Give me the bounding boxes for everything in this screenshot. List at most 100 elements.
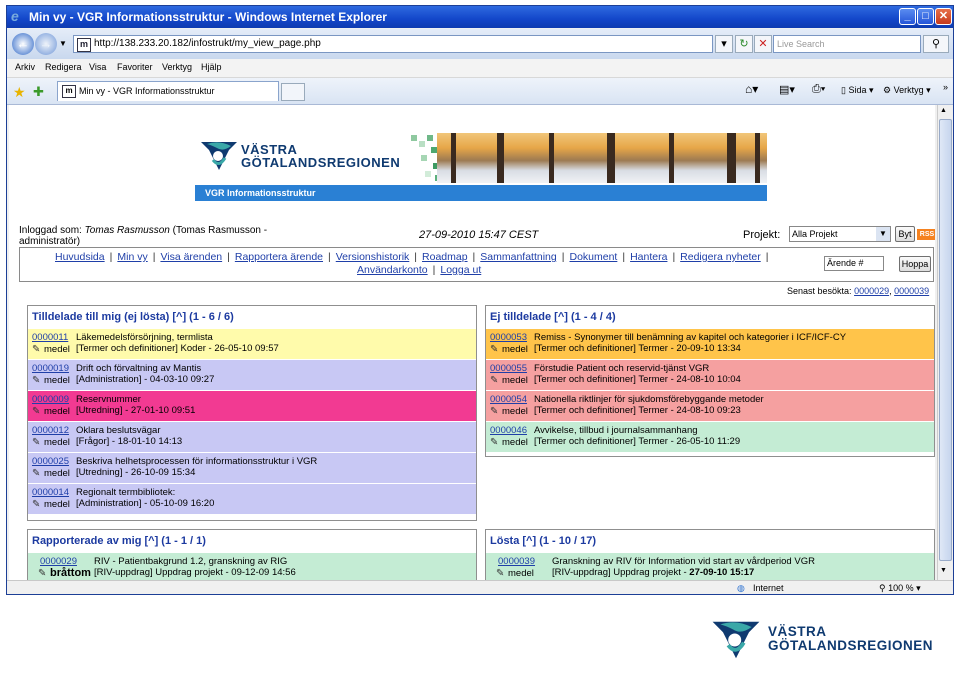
pencil-icon[interactable]: ✎ — [490, 406, 502, 417]
issue-id-link[interactable]: 0000055 — [490, 363, 527, 374]
issue-summary: Läkemedelsförsörjning, termlista — [76, 332, 213, 343]
add-favorite-icon[interactable]: ✚ — [33, 84, 44, 100]
footer-brand-name: VÄSTRA GÖTALANDSREGIONEN — [768, 625, 933, 653]
logged-in-label: Inloggad som: — [19, 225, 82, 236]
tab-min-vy[interactable]: m Min vy - VGR Informationsstruktur — [57, 81, 279, 101]
pencil-icon[interactable]: ✎ — [490, 437, 502, 448]
nav-dokument[interactable]: Dokument — [569, 251, 617, 263]
nav-hantera[interactable]: Hantera — [630, 251, 667, 263]
print-icon[interactable]: ⎙▾ — [812, 83, 825, 96]
vertical-scrollbar[interactable]: ▲ ▼ — [937, 105, 952, 580]
footer-brand-line-2: GÖTALANDSREGIONEN — [768, 638, 934, 653]
address-dropdown-icon[interactable]: ▾ — [715, 35, 733, 53]
nav-visa-arenden[interactable]: Visa ärenden — [160, 251, 222, 263]
issue-id-link[interactable]: 0000029 — [40, 556, 77, 567]
last-visited-link[interactable]: 0000029 — [854, 286, 889, 296]
search-icon[interactable]: ⚲ — [923, 35, 949, 53]
home-icon[interactable]: ⌂▾ — [745, 82, 758, 96]
menu-arkiv[interactable]: Arkiv — [15, 62, 35, 72]
scroll-down-icon[interactable]: ▼ — [940, 567, 947, 574]
issue-id-link[interactable]: 0000019 — [32, 363, 69, 374]
chevron-down-icon: ▼ — [876, 227, 890, 241]
menu-hjalp[interactable]: Hjälp — [201, 62, 222, 72]
last-visited-link[interactable]: 0000039 — [894, 286, 929, 296]
pencil-icon[interactable]: ✎ — [32, 468, 44, 479]
issue-id-link[interactable]: 0000025 — [32, 456, 69, 467]
stop-icon[interactable]: ✕ — [754, 35, 772, 53]
maximize-button[interactable]: □ — [917, 8, 934, 25]
nav-roadmap[interactable]: Roadmap — [422, 251, 468, 263]
panel-assigned-title[interactable]: Tilldelade till mig (ej lösta) [^] (1 - … — [28, 306, 476, 328]
pencil-icon[interactable]: ✎ — [32, 437, 44, 448]
logged-in-user: Tomas Rasmusson — [84, 225, 170, 236]
pencil-icon[interactable]: ✎ — [32, 499, 44, 510]
pencil-icon[interactable]: ✎ — [38, 568, 50, 579]
issue-id-link[interactable]: 0000046 — [490, 425, 527, 436]
nav-logga-ut[interactable]: Logga ut — [440, 264, 481, 276]
nav-anvandarkonto[interactable]: Användarkonto — [357, 264, 428, 276]
chevron-right-icon[interactable]: » — [943, 82, 948, 92]
tab-label: Min vy - VGR Informationsstruktur — [79, 86, 215, 96]
panel-reported-title[interactable]: Rapporterade av mig [^] (1 - 1 / 1) — [28, 530, 476, 552]
project-select[interactable]: Alla Projekt ▼ — [789, 226, 891, 242]
pencil-icon[interactable]: ✎ — [490, 344, 502, 355]
issue-id-link[interactable]: 0000014 — [32, 487, 69, 498]
minimize-button[interactable]: _ — [899, 8, 916, 25]
panel-unassigned-title[interactable]: Ej tilldelade [^] (1 - 4 / 4) — [486, 306, 934, 328]
feeds-icon[interactable]: ▤▾ — [779, 83, 795, 96]
nav-redigera-nyheter[interactable]: Redigera nyheter — [680, 251, 761, 263]
panel-reported-rows: 0000029 ✎ bråttom RIV - Patientbakgrund 1.2… — [28, 552, 476, 580]
jump-issue-input[interactable]: Ärende # — [824, 256, 884, 271]
nav-sammanfattning[interactable]: Sammanfattning — [480, 251, 556, 263]
nav-rapportera-arende[interactable]: Rapportera ärende — [235, 251, 323, 263]
logged-in-role: administratör) — [19, 236, 81, 247]
issue-id-link[interactable]: 0000009 — [32, 394, 69, 405]
issue-id-link[interactable]: 0000053 — [490, 332, 527, 343]
zoom-level[interactable]: ⚲ 100 % ▾ — [879, 583, 921, 594]
pencil-icon[interactable]: ✎ — [32, 375, 44, 386]
project-label: Projekt: — [743, 229, 781, 241]
history-dropdown-icon[interactable]: ▼ — [59, 39, 67, 48]
jump-button[interactable]: Hoppa — [899, 256, 931, 272]
favorites-star-icon[interactable]: ★ — [13, 84, 26, 101]
menu-visa[interactable]: Visa — [89, 62, 106, 72]
nav-min-vy[interactable]: Min vy — [117, 251, 147, 263]
nav-huvudsida[interactable]: Huvudsida — [55, 251, 105, 263]
priority-label: medel — [44, 406, 70, 417]
pencil-icon[interactable]: ✎ — [496, 568, 508, 579]
issue-meta: [Termer och definitioner] Koder - 26-05-… — [76, 343, 279, 354]
issue-id-link[interactable]: 0000012 — [32, 425, 69, 436]
rss-icon[interactable]: RSS — [917, 229, 935, 240]
new-tab-button[interactable] — [281, 83, 305, 101]
pencil-icon[interactable]: ✎ — [32, 406, 44, 417]
scroll-up-icon[interactable]: ▲ — [940, 107, 947, 114]
pencil-icon[interactable]: ✎ — [490, 375, 502, 386]
page-menu[interactable]: ▯ Sida ▾ — [841, 85, 874, 96]
issue-id-link[interactable]: 0000011 — [32, 332, 68, 343]
issue-id-link[interactable]: 0000039 — [498, 556, 535, 567]
panel-resolved-title[interactable]: Lösta [^] (1 - 10 / 17) — [486, 530, 934, 552]
priority-label: medel — [44, 499, 70, 510]
forward-button[interactable]: → — [35, 33, 57, 55]
issue-summary: Reservnummer — [76, 394, 141, 405]
scrollbar-thumb[interactable] — [939, 119, 952, 561]
issue-row: 0000009 ✎ medel Reservnummer [Utredning] - 2… — [28, 390, 476, 421]
pencil-icon[interactable]: ✎ — [32, 344, 44, 355]
menu-redigera[interactable]: Redigera — [45, 62, 82, 72]
address-field[interactable]: m http://138.233.20.182/infostrukt/my_vie… — [73, 35, 713, 53]
search-input[interactable]: Live Search — [773, 35, 921, 53]
back-button[interactable]: ← — [12, 33, 34, 55]
menu-favoriter[interactable]: Favoriter — [117, 62, 153, 72]
menu-verktyg[interactable]: Verktyg — [162, 62, 192, 72]
window-title: Min vy - VGR Informationsstruktur - Wind… — [29, 10, 387, 24]
issue-id-link[interactable]: 0000054 — [490, 394, 527, 405]
issue-summary: Förstudie Patient och reservid-tjänst VG… — [534, 363, 710, 374]
issue-row: 0000039 ✎ medel Granskning av RIV för Infor… — [486, 552, 934, 580]
tools-menu[interactable]: ⚙ Verktyg ▾ — [883, 85, 931, 96]
close-button[interactable]: ✕ — [935, 8, 952, 25]
page-content: VÄSTRA GÖTALANDSREGIONEN VGR Information… — [9, 105, 935, 580]
nav-versionshistorik[interactable]: Versionshistorik — [336, 251, 410, 263]
refresh-icon[interactable]: ↻ — [735, 35, 753, 53]
switch-project-button[interactable]: Byt — [895, 226, 915, 242]
priority: ✎ medel — [32, 375, 70, 386]
